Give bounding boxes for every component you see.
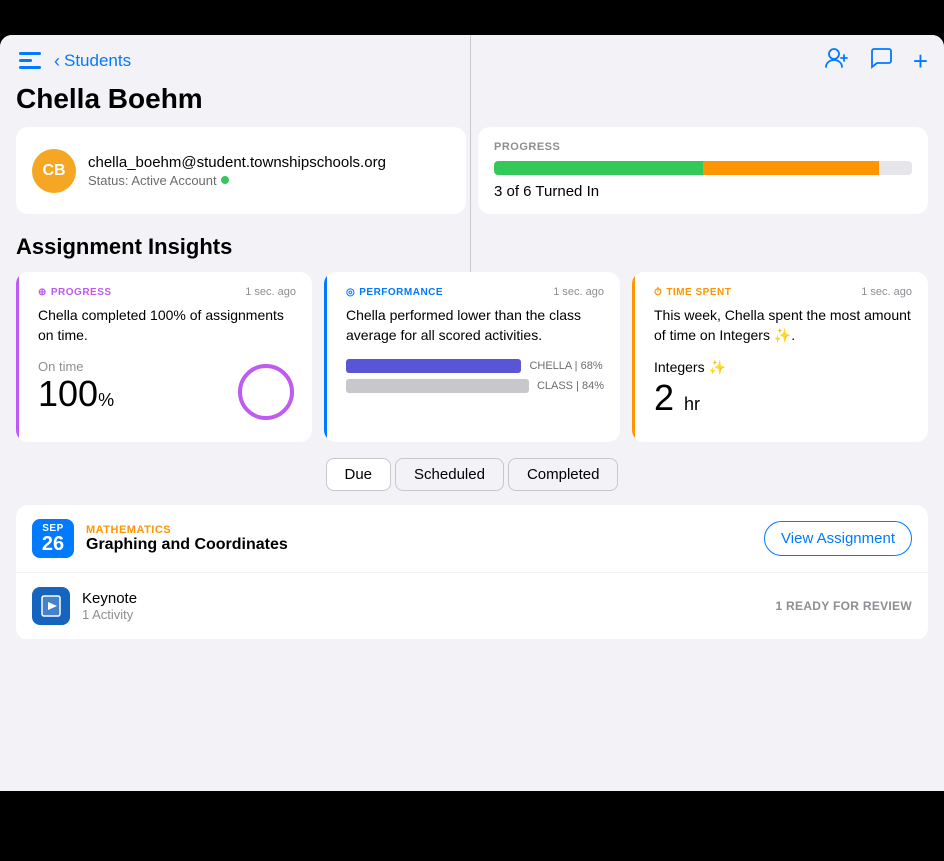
profile-email: chella_boehm@student.townshipschools.org <box>88 154 386 171</box>
progress-bar-green <box>494 161 703 175</box>
date-badge: SEP 26 <box>32 519 74 558</box>
plus-icon[interactable]: + <box>913 48 928 74</box>
assignment-item-sub: 1 Activity <box>82 607 763 622</box>
time-badge-icon: ⏱ <box>654 287 662 298</box>
top-cards: CB chella_boehm@student.townshipschools.… <box>0 127 944 214</box>
circle-progress-icon <box>236 362 296 422</box>
avatar: CB <box>32 149 76 193</box>
insights-cards: ⊕ PROGRESS 1 sec. ago Chella completed 1… <box>0 272 944 442</box>
header-left: ‹ Students <box>16 50 131 72</box>
chella-bar-row: CHELLA | 68% <box>346 359 604 373</box>
insight-header: ⏱ TIME SPENT 1 sec. ago <box>654 286 912 298</box>
filter-due-button[interactable]: Due <box>326 458 392 491</box>
divider <box>470 35 471 295</box>
card-left-border <box>324 272 327 442</box>
profile-status: Status: Active Account <box>88 173 386 188</box>
insight-badge-performance: ◎ PERFORMANCE <box>346 287 443 298</box>
class-bar-row: CLASS | 84% <box>346 379 604 393</box>
time-badge-label: TIME SPENT <box>666 287 731 298</box>
insight-card-progress: ⊕ PROGRESS 1 sec. ago Chella completed 1… <box>16 272 312 442</box>
insight-time: 1 sec. ago <box>245 286 296 298</box>
progress-badge-icon: ⊕ <box>38 287 47 298</box>
assignment-item-info: Keynote 1 Activity <box>82 590 763 622</box>
insight-header: ⊕ PROGRESS 1 sec. ago <box>38 286 296 298</box>
insight-stat-value: 2 hr <box>654 380 912 416</box>
insight-description: This week, Chella spent the most amount … <box>654 306 912 345</box>
chella-bar <box>346 359 521 373</box>
time-topic: Integers ✨ <box>654 359 912 376</box>
insight-card-time-spent: ⏱ TIME SPENT 1 sec. ago This week, Chell… <box>632 272 928 442</box>
chella-bar-label: CHELLA | 68% <box>529 360 602 372</box>
header: ‹ Students + <box>0 35 944 75</box>
assignment-item: Keynote 1 Activity 1 READY FOR REVIEW <box>16 573 928 640</box>
status-text: Status: Active Account <box>88 173 217 188</box>
insight-description: Chella completed 100% of assignments on … <box>38 306 296 345</box>
progress-card: PROGRESS 3 of 6 Turned In <box>478 127 928 214</box>
chevron-left-icon: ‹ <box>54 51 60 72</box>
performance-badge-icon: ◎ <box>346 287 355 298</box>
sidebar-toggle-button[interactable] <box>16 50 44 72</box>
date-day: 26 <box>32 534 74 554</box>
filter-scheduled-button[interactable]: Scheduled <box>395 458 504 491</box>
header-right: + <box>825 47 928 75</box>
filter-bar: Due Scheduled Completed <box>0 458 944 491</box>
progress-badge-label: PROGRESS <box>51 287 112 298</box>
assignment-section: SEP 26 MATHEMATICS Graphing and Coordina… <box>16 505 928 640</box>
add-person-icon[interactable] <box>825 47 849 75</box>
assignment-item-name: Keynote <box>82 590 763 607</box>
progress-bar <box>494 161 912 175</box>
keynote-icon <box>32 587 70 625</box>
assignment-header: SEP 26 MATHEMATICS Graphing and Coordina… <box>16 505 928 573</box>
insight-badge-progress: ⊕ PROGRESS <box>38 287 112 298</box>
assignment-title-group: MATHEMATICS Graphing and Coordinates <box>86 524 288 554</box>
profile-card: CB chella_boehm@student.townshipschools.… <box>16 127 466 214</box>
back-button[interactable]: ‹ Students <box>54 51 131 72</box>
progress-bar-orange <box>703 161 879 175</box>
insight-time: 1 sec. ago <box>861 286 912 298</box>
class-bar-label: CLASS | 84% <box>537 380 604 392</box>
profile-info: chella_boehm@student.townshipschools.org… <box>88 154 386 188</box>
card-left-border <box>16 272 19 442</box>
status-dot-icon <box>221 176 229 184</box>
insight-header: ◎ PERFORMANCE 1 sec. ago <box>346 286 604 298</box>
performance-bars: CHELLA | 68% CLASS | 84% <box>346 359 604 393</box>
performance-badge-label: PERFORMANCE <box>359 287 443 298</box>
chat-icon[interactable] <box>869 47 893 75</box>
back-label: Students <box>64 51 131 71</box>
view-assignment-button[interactable]: View Assignment <box>764 521 912 556</box>
insight-badge-time: ⏱ TIME SPENT <box>654 287 731 298</box>
insight-description: Chella performed lower than the class av… <box>346 306 604 345</box>
insight-card-performance: ◎ PERFORMANCE 1 sec. ago Chella performe… <box>324 272 620 442</box>
progress-text: 3 of 6 Turned In <box>494 183 912 200</box>
filter-completed-button[interactable]: Completed <box>508 458 619 491</box>
assignment-name: Graphing and Coordinates <box>86 536 288 554</box>
card-left-border <box>632 272 635 442</box>
assignment-subject: MATHEMATICS <box>86 524 288 536</box>
assignment-date: SEP 26 MATHEMATICS Graphing and Coordina… <box>32 519 288 558</box>
student-name: Chella Boehm <box>0 75 944 127</box>
insight-time: 1 sec. ago <box>553 286 604 298</box>
class-bar <box>346 379 529 393</box>
section-title: Assignment Insights <box>0 230 944 272</box>
ready-badge: 1 READY FOR REVIEW <box>775 599 912 613</box>
progress-label: PROGRESS <box>494 141 912 153</box>
